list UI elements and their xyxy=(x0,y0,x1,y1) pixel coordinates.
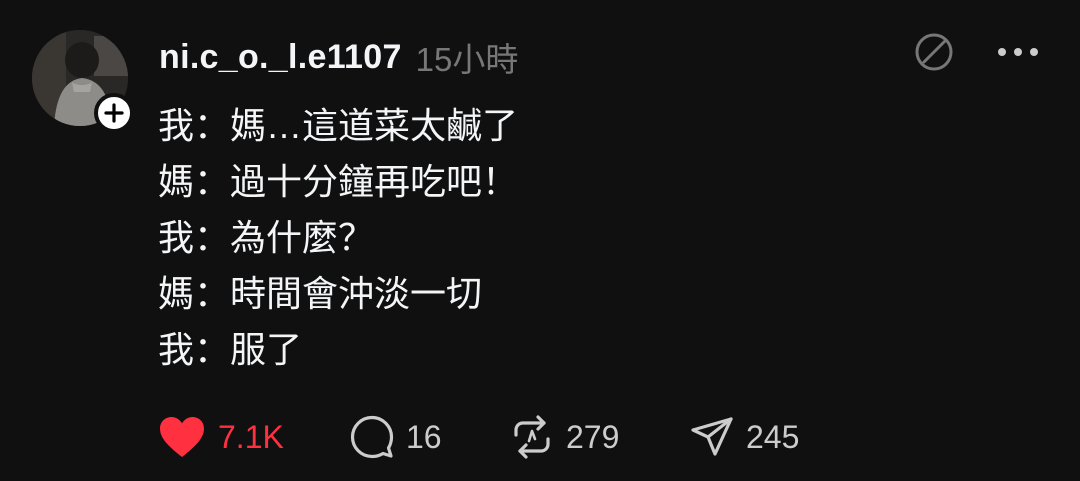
thread-post: ni.c_o._l.e1107 15小時 我：媽…這道菜太鹹了 媽：過十分鐘再吃… xyxy=(0,0,1080,481)
post-body: 我：媽…這道菜太鹹了 媽：過十分鐘再吃吧！ 我：為什麼？ 媽：時間會沖淡一切 我… xyxy=(158,98,1038,378)
more-dots-icon xyxy=(998,48,1038,56)
post-line: 我：媽…這道菜太鹹了 xyxy=(158,105,519,146)
not-interested-button[interactable] xyxy=(912,30,956,74)
reply-button[interactable]: 16 xyxy=(350,412,510,462)
post-timestamp: 15小時 xyxy=(415,41,519,78)
post-line: 我：為什麼？ xyxy=(158,217,375,258)
heart-icon xyxy=(160,417,204,457)
post-line: 媽：過十分鐘再吃吧！ xyxy=(158,161,519,202)
like-button[interactable]: 7.1K xyxy=(158,412,350,462)
repost-arrows-icon xyxy=(514,415,550,459)
post-top-actions xyxy=(912,30,1040,74)
username-link[interactable]: ni.c_o._l.e1107 xyxy=(159,38,402,77)
share-count: 245 xyxy=(746,418,800,455)
more-options-button[interactable] xyxy=(996,30,1040,74)
follow-button[interactable] xyxy=(94,93,134,133)
post-header: ni.c_o._l.e1107 15小時 xyxy=(159,34,518,80)
share-button[interactable]: 245 xyxy=(690,412,830,462)
post-line: 我：服了 xyxy=(158,329,303,370)
repost-button[interactable]: 279 xyxy=(510,412,690,462)
repost-count: 279 xyxy=(566,418,620,455)
speech-bubble-icon xyxy=(350,415,394,459)
post-line: 媽：時間會沖淡一切 xyxy=(158,273,483,314)
reply-count: 16 xyxy=(406,418,442,455)
paper-plane-icon xyxy=(691,417,733,456)
post-actions-bar: 7.1K 16 279 245 xyxy=(158,412,830,462)
plus-icon xyxy=(104,103,124,123)
like-count: 7.1K xyxy=(218,418,284,455)
avatar-container xyxy=(32,30,134,133)
slash-circle-icon xyxy=(915,33,953,71)
